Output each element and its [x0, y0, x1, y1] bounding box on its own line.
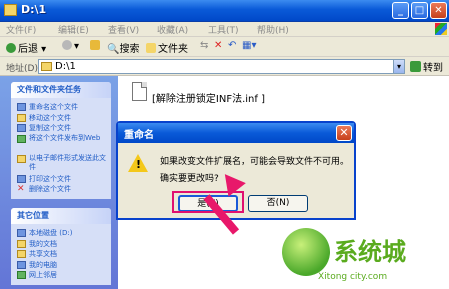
folder-icon [4, 4, 17, 16]
task-move[interactable]: 移动这个文件 [17, 113, 107, 124]
file-name-editing[interactable]: [解除注册锁定INF法.inf ] [152, 90, 265, 105]
search-icon: 🔍 [107, 44, 120, 55]
menu-tools[interactable]: 工具(T) [208, 23, 239, 36]
other-places-panel: 其它位置 本地磁盘 (D:) 我的文档 共享文档 我的电脑 网上邻居 [11, 208, 111, 285]
place-local-disk[interactable]: 本地磁盘 (D:) [17, 228, 107, 239]
menu-help[interactable]: 帮助(H) [257, 23, 289, 36]
views-button[interactable]: ▦▾ [242, 40, 256, 51]
file-tasks-header[interactable]: 文件和文件夹任务 [11, 82, 111, 98]
warning-icon: ! [128, 154, 148, 172]
task-publish-web[interactable]: 将这个文件发布到Web [17, 134, 107, 154]
forward-arrow-icon [62, 40, 72, 50]
task-email[interactable]: 以电子邮件形式发送此文件 [17, 154, 107, 174]
back-arrow-icon [6, 43, 16, 53]
task-pane: 文件和文件夹任务 重命名这个文件 移动这个文件 复制这个文件 将这个文件发布到W… [0, 76, 118, 289]
documents-folder-icon [17, 239, 26, 248]
dialog-close-button[interactable]: ✕ [336, 125, 352, 141]
address-input[interactable]: D:\1 [38, 59, 405, 74]
window-title: D:\1 [21, 3, 47, 16]
dialog-titlebar: 重命名 ✕ [118, 123, 354, 143]
address-label: 地址(D) [6, 64, 38, 74]
menu-bar: 文件(F) 编辑(E) 查看(V) 收藏(A) 工具(T) 帮助(H) [0, 22, 449, 37]
place-my-computer[interactable]: 我的电脑 [17, 260, 107, 271]
disk-icon [17, 229, 26, 237]
window-titlebar: D:\1 _ □ ✕ [0, 0, 449, 22]
search-button[interactable]: 🔍搜索 [107, 40, 139, 55]
computer-icon [17, 260, 26, 269]
place-my-documents[interactable]: 我的文档 [17, 239, 107, 250]
address-value: D:\1 [55, 61, 76, 72]
watermark: 系统城 Xitong city.com [282, 228, 447, 286]
undo-button[interactable]: ↶ [228, 40, 236, 51]
move-icon [17, 113, 26, 122]
delete-icon: ✕ [17, 184, 25, 194]
menu-view[interactable]: 查看(V) [108, 23, 139, 36]
network-icon [17, 271, 26, 279]
dialog-message: 如果改变文件扩展名，可能会导致文件不可用。 [160, 157, 350, 167]
shared-folder-icon [17, 250, 26, 258]
back-button[interactable]: 后退 ▾ [6, 40, 46, 55]
task-delete[interactable]: ✕ 删除这个文件 [17, 184, 107, 195]
place-network[interactable]: 网上邻居 [17, 270, 107, 281]
publish-web-icon [17, 134, 26, 143]
toolbar: 后退 ▾ ▾ 🔍搜索 文件夹 ⇆ ✕ ↶ ▦▾ [0, 37, 449, 57]
dialog-title: 重命名 [124, 130, 154, 141]
other-places-header[interactable]: 其它位置 [11, 208, 111, 224]
minimize-button[interactable]: _ [392, 2, 409, 19]
place-shared-documents[interactable]: 共享文档 [17, 249, 107, 260]
up-folder-icon [90, 40, 100, 50]
address-bar: 地址(D) D:\1 ▾ 转到 [0, 57, 449, 76]
menu-favorites[interactable]: 收藏(A) [157, 23, 188, 36]
task-copy[interactable]: 复制这个文件 [17, 123, 107, 134]
folder-icon [41, 62, 52, 71]
go-arrow-icon [410, 61, 421, 72]
task-print[interactable]: 打印这个文件 [17, 174, 107, 185]
print-icon [17, 174, 26, 183]
menu-edit[interactable]: 编辑(E) [58, 23, 89, 36]
watermark-url: Xitong city.com [318, 272, 388, 282]
close-button[interactable]: ✕ [430, 2, 447, 19]
windows-flag-icon [435, 23, 447, 35]
delete-button[interactable]: ✕ [214, 40, 222, 51]
document-icon [132, 82, 147, 101]
menu-file[interactable]: 文件(F) [6, 23, 36, 36]
folders-button[interactable]: 文件夹 [146, 40, 188, 55]
address-dropdown-button[interactable]: ▾ [393, 59, 405, 74]
go-button[interactable]: 转到 [410, 59, 443, 74]
up-folder-button[interactable] [90, 40, 102, 52]
move-to-button[interactable]: ⇆ [200, 40, 208, 51]
site-logo-icon [282, 228, 330, 276]
maximize-button[interactable]: □ [411, 2, 428, 19]
watermark-brand: 系统城 [334, 238, 406, 266]
rename-icon [17, 103, 26, 111]
task-rename[interactable]: 重命名这个文件 [17, 102, 107, 113]
file-tasks-panel: 文件和文件夹任务 重命名这个文件 移动这个文件 复制这个文件 将这个文件发布到W… [11, 82, 111, 199]
folder-tree-icon [146, 43, 156, 53]
forward-button[interactable]: ▾ [62, 40, 79, 52]
dialog-question: 确实要更改吗? [160, 174, 219, 184]
no-button[interactable]: 否(N) [248, 195, 308, 212]
copy-icon [17, 124, 26, 132]
email-icon [17, 154, 26, 163]
